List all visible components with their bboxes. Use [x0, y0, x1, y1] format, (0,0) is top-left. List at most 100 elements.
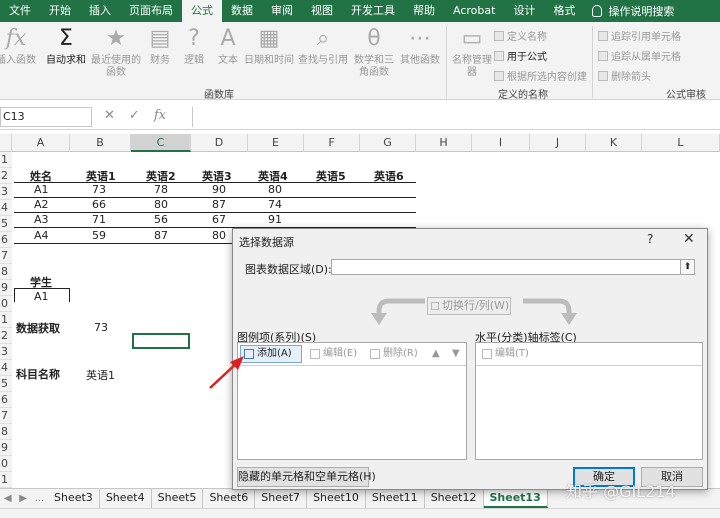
table-cell[interactable]: 71 — [92, 213, 106, 226]
text-button[interactable]: A 文本 — [214, 26, 242, 67]
logical-button[interactable]: ? 逻辑 — [180, 26, 208, 67]
data-fetch-value[interactable]: 73 — [94, 321, 108, 334]
sheet-tab[interactable]: Sheet7 — [255, 489, 308, 508]
tab-acrobat[interactable]: Acrobat — [444, 0, 504, 22]
row-header[interactable]: 0 — [0, 456, 12, 472]
use-in-formula-button[interactable]: 用于公式 — [494, 48, 547, 63]
trace-dependents-button[interactable]: 追踪从属单元格 — [598, 48, 681, 63]
table-cell[interactable]: 73 — [92, 183, 106, 196]
autosum-button[interactable]: Σ 自动求和 — [46, 26, 86, 67]
datetime-button[interactable]: ▦ 日期和时间 — [244, 26, 294, 67]
chart-range-input[interactable] — [331, 259, 695, 275]
help-icon[interactable]: ? — [647, 232, 653, 246]
sheet-tab[interactable]: Sheet5 — [152, 489, 204, 508]
student-value[interactable]: A1 — [34, 290, 49, 303]
add-series-button[interactable]: 添加(A) — [240, 345, 302, 363]
tab-help[interactable]: 帮助 — [404, 0, 444, 22]
sheet-tab[interactable]: Sheet11 — [366, 489, 425, 508]
row-header[interactable]: 1 — [0, 472, 12, 488]
prev-sheet-icon[interactable]: ◀ — [4, 493, 12, 504]
row-header[interactable]: 3 — [0, 184, 12, 200]
more-sheets-icon[interactable]: ... — [35, 493, 45, 504]
sheet-tab[interactable]: Sheet4 — [100, 489, 152, 508]
row-header[interactable]: 5 — [0, 376, 12, 392]
column-header-d[interactable]: D — [191, 134, 248, 152]
collapse-dialog-icon[interactable]: ⬆ — [680, 260, 694, 274]
edit-axis-button[interactable]: 编辑(T) — [478, 345, 536, 363]
table-cell[interactable]: A2 — [34, 198, 49, 211]
remove-arrows-button[interactable]: 删除箭头 — [598, 68, 651, 83]
close-icon[interactable]: ✕ — [683, 231, 695, 247]
delete-series-button[interactable]: 删除(R) — [366, 345, 424, 363]
row-header[interactable]: 1 — [0, 312, 12, 328]
column-header-a[interactable]: A — [12, 134, 70, 152]
row-header[interactable]: 9 — [0, 440, 12, 456]
row-header[interactable]: 0 — [0, 296, 12, 312]
selected-cell-c13[interactable] — [132, 333, 190, 349]
row-header[interactable]: 7 — [0, 408, 12, 424]
row-header[interactable]: 8 — [0, 264, 12, 280]
edit-series-button[interactable]: 编辑(E) — [306, 345, 364, 363]
name-box[interactable]: C13 — [0, 107, 92, 127]
define-name-button[interactable]: 定义名称 — [494, 28, 547, 43]
column-header-i[interactable]: I — [472, 134, 530, 152]
row-header[interactable]: 2 — [0, 168, 12, 184]
row-header[interactable]: 2 — [0, 328, 12, 344]
switch-row-column-button[interactable]: 切换行/列(W) — [427, 297, 511, 315]
move-up-button[interactable]: ▲ — [428, 345, 446, 363]
sheet-tab[interactable]: Sheet12 — [425, 489, 484, 508]
tab-formulas[interactable]: 公式 — [182, 0, 222, 22]
table-cell[interactable]: 74 — [268, 198, 282, 211]
select-all-corner[interactable] — [0, 134, 12, 152]
trace-precedents-button[interactable]: 追踪引用单元格 — [598, 28, 681, 43]
tab-data[interactable]: 数据 — [222, 0, 262, 22]
table-cell[interactable]: A4 — [34, 229, 49, 242]
column-header-h[interactable]: H — [416, 134, 472, 152]
row-header[interactable]: 4 — [0, 360, 12, 376]
tab-review[interactable]: 审阅 — [262, 0, 302, 22]
row-header[interactable]: 4 — [0, 200, 12, 216]
table-cell[interactable]: 91 — [268, 213, 282, 226]
recent-functions-button[interactable]: ★ 最近使用的函数 — [90, 26, 142, 79]
tab-view[interactable]: 视图 — [302, 0, 342, 22]
table-cell[interactable]: 56 — [154, 213, 168, 226]
table-cell[interactable]: 90 — [212, 183, 226, 196]
tab-file[interactable]: 文件 — [0, 0, 40, 22]
insert-function-button[interactable]: fx 插入函数 — [0, 26, 36, 67]
name-manager-button[interactable]: ▭ 名称管理器 — [452, 26, 492, 79]
column-header-j[interactable]: J — [530, 134, 586, 152]
row-header[interactable]: 6 — [0, 392, 12, 408]
table-cell[interactable]: A3 — [34, 213, 49, 226]
formula-input[interactable] — [192, 107, 720, 127]
tell-me-search[interactable]: 操作说明搜索 — [584, 3, 674, 19]
column-header-c[interactable]: C — [131, 134, 191, 152]
table-cell[interactable]: 80 — [212, 229, 226, 242]
fx-icon[interactable]: fx — [154, 108, 166, 123]
sheet-tab[interactable]: Sheet3 — [48, 489, 100, 508]
financial-button[interactable]: ▤ 财务 — [146, 26, 174, 67]
tab-developer[interactable]: 开发工具 — [342, 0, 404, 22]
column-header-f[interactable]: F — [304, 134, 360, 152]
table-cell[interactable]: 80 — [268, 183, 282, 196]
table-cell[interactable]: 66 — [92, 198, 106, 211]
cancel-icon[interactable]: ✕ — [104, 108, 115, 123]
column-header-k[interactable]: K — [586, 134, 642, 152]
column-header-l[interactable]: L — [642, 134, 720, 152]
column-header-b[interactable]: B — [70, 134, 131, 152]
hidden-empty-cells-button[interactable]: 隐藏的单元格和空单元格(H) — [237, 467, 376, 487]
table-cell[interactable]: 87 — [212, 198, 226, 211]
table-cell[interactable]: 67 — [212, 213, 226, 226]
row-header[interactable]: 8 — [0, 424, 12, 440]
table-cell[interactable]: 78 — [154, 183, 168, 196]
create-from-selection-button[interactable]: 根据所选内容创建 — [494, 68, 587, 83]
row-header[interactable]: 7 — [0, 248, 12, 264]
tab-home[interactable]: 开始 — [40, 0, 80, 22]
table-cell[interactable]: 80 — [154, 198, 168, 211]
table-cell[interactable]: 87 — [154, 229, 168, 242]
row-header[interactable]: 3 — [0, 344, 12, 360]
tab-insert[interactable]: 插入 — [80, 0, 120, 22]
column-header-e[interactable]: E — [248, 134, 304, 152]
column-header-g[interactable]: G — [360, 134, 416, 152]
more-functions-button[interactable]: ⋯ 其他函数 — [398, 26, 442, 67]
row-header[interactable]: 6 — [0, 232, 12, 248]
